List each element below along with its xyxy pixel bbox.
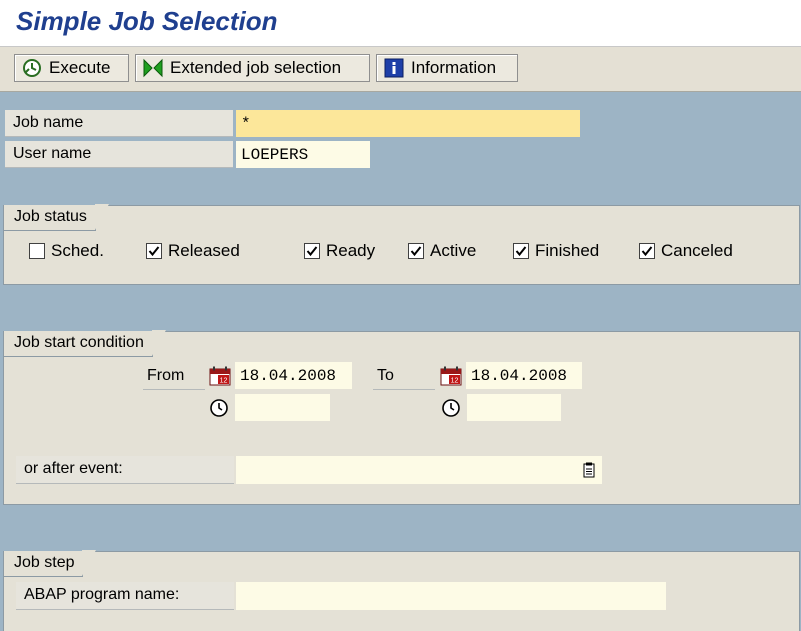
- from-date-input[interactable]: 18.04.2008: [235, 362, 352, 389]
- status-canceled-checkbox[interactable]: Canceled: [639, 241, 733, 261]
- user-name-input[interactable]: LOEPERS: [236, 141, 370, 168]
- job-start-condition-title: Job start condition: [4, 330, 166, 357]
- status-finished-checkbox[interactable]: Finished: [513, 241, 599, 261]
- from-label: From: [143, 363, 205, 390]
- user-name-label: User name: [5, 141, 233, 168]
- execute-button-label: Execute: [49, 58, 111, 77]
- checkbox-unchecked-icon: [29, 243, 45, 259]
- svg-text:12: 12: [220, 378, 228, 385]
- information-button[interactable]: Information: [376, 54, 518, 82]
- after-event-input[interactable]: [236, 456, 602, 484]
- status-sched-checkbox[interactable]: Sched.: [29, 241, 104, 261]
- status-released-checkbox[interactable]: Released: [146, 241, 240, 261]
- job-step-group: Job step ABAP program name:: [3, 550, 800, 631]
- application-toolbar: Execute Extended job selection Informati…: [0, 47, 801, 92]
- from-time-input[interactable]: [235, 394, 330, 421]
- information-button-label: Information: [411, 58, 497, 77]
- checkmark-icon: [146, 243, 162, 259]
- job-name-label: Job name: [5, 110, 233, 137]
- extended-selection-icon: [142, 57, 164, 79]
- abap-program-label: ABAP program name:: [16, 582, 234, 610]
- to-label: To: [373, 363, 435, 390]
- status-active-checkbox[interactable]: Active: [408, 241, 476, 261]
- checkmark-icon: [639, 243, 655, 259]
- information-icon: [383, 57, 405, 79]
- status-finished-label: Finished: [535, 241, 600, 260]
- svg-text:12: 12: [451, 378, 459, 385]
- to-time-input[interactable]: [467, 394, 561, 421]
- extended-button-label: Extended job selection: [170, 58, 342, 77]
- abap-program-input[interactable]: [236, 582, 666, 610]
- job-name-input[interactable]: *: [236, 110, 580, 137]
- status-ready-label: Ready: [326, 241, 376, 260]
- value-help-icon[interactable]: [582, 462, 596, 478]
- status-canceled-label: Canceled: [661, 241, 733, 260]
- clock-icon: [210, 399, 228, 417]
- calendar-icon[interactable]: 12: [209, 366, 231, 386]
- status-active-label: Active: [430, 241, 477, 260]
- to-date-input[interactable]: 18.04.2008: [466, 362, 582, 389]
- execute-button[interactable]: Execute: [14, 54, 129, 82]
- execute-clock-icon: [21, 57, 43, 79]
- clock-icon: [442, 399, 460, 417]
- job-status-group: Job status Sched. Released Ready Active …: [3, 204, 800, 285]
- job-start-condition-group: Job start condition From 12 18.04.2008 T…: [3, 330, 800, 505]
- status-sched-label: Sched.: [51, 241, 104, 260]
- status-ready-checkbox[interactable]: Ready: [304, 241, 375, 261]
- checkmark-icon: [513, 243, 529, 259]
- calendar-icon[interactable]: 12: [440, 366, 462, 386]
- extended-job-selection-button[interactable]: Extended job selection: [135, 54, 370, 82]
- status-released-label: Released: [168, 241, 240, 260]
- checkmark-icon: [304, 243, 320, 259]
- job-step-title: Job step: [4, 550, 98, 577]
- checkmark-icon: [408, 243, 424, 259]
- title-bar: Simple Job Selection: [0, 0, 801, 47]
- after-event-label: or after event:: [16, 456, 234, 484]
- job-status-title: Job status: [4, 204, 109, 231]
- page-title: Simple Job Selection: [16, 6, 278, 36]
